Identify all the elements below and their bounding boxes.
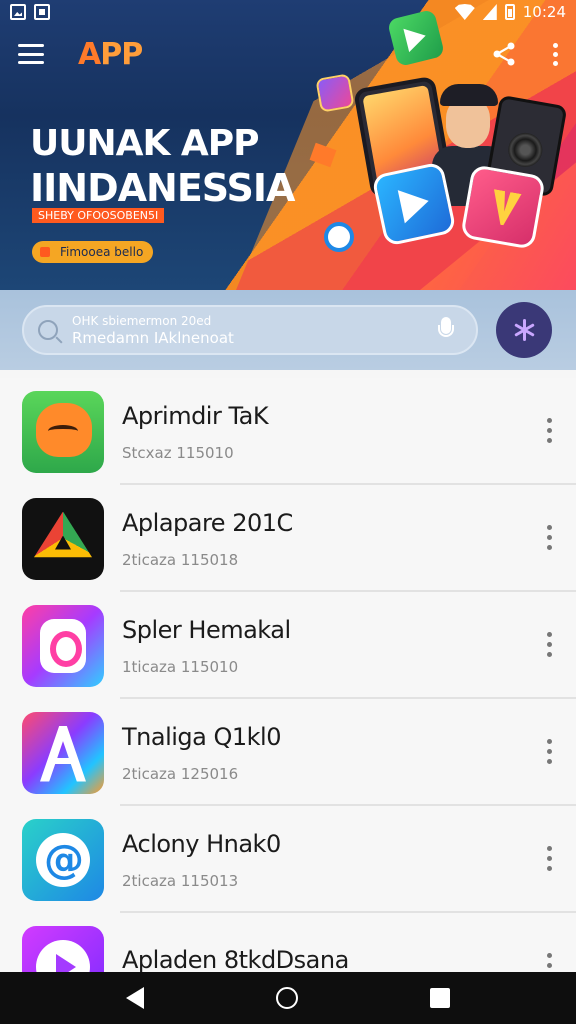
system-nav-bar bbox=[0, 972, 576, 1024]
pink-app-tile-illustration bbox=[460, 164, 546, 250]
search-input[interactable]: OHK sbiemermon 20ed Rmedamn IAklnenoat bbox=[22, 305, 478, 355]
battery-icon bbox=[504, 4, 515, 20]
signal-icon bbox=[482, 4, 497, 20]
play-app-tile-illustration bbox=[371, 161, 457, 247]
app-name: Aprimdir TaK bbox=[122, 401, 269, 430]
toolbar: APP bbox=[0, 24, 576, 84]
search-icon bbox=[38, 320, 58, 340]
list-item[interactable]: Tnaliga Q1kl0 2ticaza 125016 bbox=[0, 699, 576, 806]
recents-icon[interactable] bbox=[430, 988, 450, 1008]
item-more-icon[interactable] bbox=[547, 739, 552, 764]
list-item[interactable]: Aclony Hnak0 2ticaza 115013 bbox=[0, 806, 576, 913]
search-area: OHK sbiemermon 20ed Rmedamn IAklnenoat bbox=[0, 290, 576, 370]
status-time: 10:24 bbox=[522, 3, 566, 21]
logo-rest: PP bbox=[100, 36, 143, 72]
hero-title: UUNAK APP IINDANESSIA bbox=[30, 122, 295, 210]
app-list: Aprimdir TaK Stcxaz 115010 Aplapare 201C… bbox=[0, 378, 576, 1020]
app-meta: 2ticaza 125016 bbox=[122, 764, 239, 783]
wifi-icon bbox=[454, 4, 475, 20]
status-left bbox=[10, 4, 50, 20]
app-text: Spler Hemakal 1ticaza 115010 bbox=[122, 616, 291, 676]
item-more-icon[interactable] bbox=[547, 418, 552, 443]
search-value: Rmedamn IAklnenoat bbox=[72, 329, 234, 347]
microphone-icon[interactable] bbox=[438, 317, 454, 343]
hero-title-line2: IINDANESSIA bbox=[30, 166, 295, 210]
app-meta: 2ticaza 115018 bbox=[122, 550, 239, 569]
list-item[interactable]: Spler Hemakal 1ticaza 115010 bbox=[0, 592, 576, 699]
logo-letter: A bbox=[78, 36, 101, 72]
drive-app-icon bbox=[22, 497, 104, 580]
list-item[interactable]: Aprimdir TaK Stcxaz 115010 bbox=[0, 378, 576, 485]
hamburger-menu-icon[interactable] bbox=[18, 44, 44, 64]
at-sign-app-icon bbox=[22, 818, 104, 901]
round-app-illustration bbox=[324, 222, 354, 252]
document-notification-icon bbox=[34, 4, 50, 20]
hero-title-line1: UUNAK APP bbox=[30, 123, 260, 164]
share-icon[interactable] bbox=[491, 41, 517, 67]
app-screen: UUNAK APP IINDANESSIA SHEBY OFOOSOBEN5I … bbox=[0, 0, 576, 1024]
status-bar: 10:24 bbox=[0, 0, 576, 24]
more-vertical-icon[interactable] bbox=[553, 42, 558, 66]
toolbar-actions bbox=[491, 41, 558, 67]
letter-a-app-icon bbox=[22, 711, 104, 794]
app-name: Aplapare 201C bbox=[122, 508, 293, 537]
person-cap bbox=[440, 84, 498, 106]
search-text: OHK sbiemermon 20ed Rmedamn IAklnenoat bbox=[72, 313, 438, 347]
app-text: Aclony Hnak0 2ticaza 115013 bbox=[122, 830, 281, 890]
image-notification-icon bbox=[10, 4, 26, 20]
home-icon[interactable] bbox=[276, 987, 298, 1009]
app-name: Tnaliga Q1kl0 bbox=[122, 722, 281, 751]
app-logo: APP bbox=[78, 36, 143, 72]
app-meta: 1ticaza 115010 bbox=[122, 657, 239, 676]
app-name: Aclony Hnak0 bbox=[122, 829, 281, 858]
item-more-icon[interactable] bbox=[547, 632, 552, 657]
snap-app-icon bbox=[22, 604, 104, 687]
search-hint: OHK sbiemermon 20ed bbox=[72, 314, 212, 328]
app-text: Tnaliga Q1kl0 2ticaza 125016 bbox=[122, 723, 281, 783]
app-text: Aplapare 201C 2ticaza 115018 bbox=[122, 509, 293, 569]
list-item[interactable]: Aplapare 201C 2ticaza 115018 bbox=[0, 485, 576, 592]
hero-cta-button[interactable]: Fimooea bello bbox=[32, 241, 154, 263]
hero-tagline: SHEBY OFOOSOBEN5I bbox=[32, 208, 165, 223]
app-name: Spler Hemakal bbox=[122, 615, 291, 644]
app-meta: Stcxaz 115010 bbox=[122, 443, 234, 462]
app-text: Aprimdir TaK Stcxaz 115010 bbox=[122, 401, 269, 462]
item-more-icon[interactable] bbox=[547, 525, 552, 550]
sparkle-icon bbox=[513, 319, 535, 341]
item-more-icon[interactable] bbox=[547, 846, 552, 871]
status-right: 10:24 bbox=[454, 3, 566, 21]
sparkle-action-button[interactable] bbox=[496, 302, 552, 358]
back-icon[interactable] bbox=[126, 987, 144, 1009]
cat-app-icon bbox=[22, 390, 104, 473]
app-name: Apladen 8tkdDsana bbox=[122, 945, 349, 974]
app-meta: 2ticaza 115013 bbox=[122, 871, 239, 890]
